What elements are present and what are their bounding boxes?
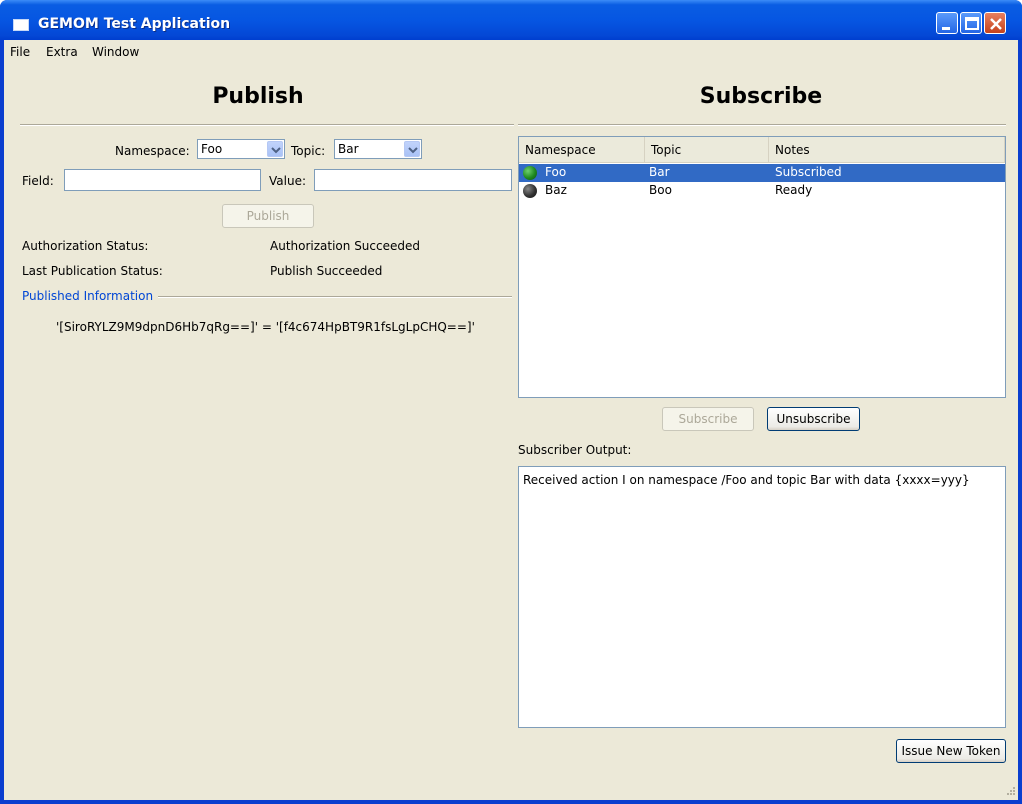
publish-button[interactable]: Publish <box>222 204 314 228</box>
table-row[interactable]: Baz Boo Ready <box>519 182 1005 200</box>
close-button[interactable] <box>984 12 1006 34</box>
menu-file[interactable]: File <box>10 45 30 59</box>
row-namespace: Baz <box>545 183 567 197</box>
title-bar[interactable]: GEMOM Test Application <box>0 0 1022 40</box>
menu-window[interactable]: Window <box>92 45 139 59</box>
row-notes: Ready <box>775 183 813 197</box>
column-header-notes[interactable]: Notes <box>769 137 1005 162</box>
value-label: Value: <box>269 174 306 188</box>
column-header-topic[interactable]: Topic <box>645 137 769 162</box>
app-window: GEMOM Test Application File Extra Window… <box>0 0 1022 804</box>
table-header: Namespace Topic Notes <box>519 137 1005 163</box>
close-icon <box>990 18 1002 30</box>
subscriptions-table[interactable]: Namespace Topic Notes Foo Bar Subscribed… <box>518 136 1006 398</box>
namespace-combo-value: Foo <box>201 142 223 156</box>
window-title: GEMOM Test Application <box>38 16 231 32</box>
column-header-namespace[interactable]: Namespace <box>519 137 645 162</box>
resize-grip-icon[interactable] <box>1004 786 1016 798</box>
topic-combo[interactable]: Bar <box>334 139 422 159</box>
value-input[interactable] <box>314 169 512 191</box>
subscribe-button[interactable]: Subscribe <box>662 407 754 431</box>
namespace-label: Namespace: <box>115 144 190 158</box>
topic-combo-value: Bar <box>338 142 359 156</box>
table-row[interactable]: Foo Bar Subscribed <box>519 164 1005 182</box>
subscriber-output-text: Received action I on namespace /Foo and … <box>523 473 970 487</box>
menu-extra[interactable]: Extra <box>46 45 78 59</box>
issue-new-token-button[interactable]: Issue New Token <box>896 739 1006 763</box>
minimize-button[interactable] <box>936 12 958 34</box>
status-green-icon <box>523 166 537 180</box>
unsubscribe-button[interactable]: Unsubscribe <box>767 407 860 431</box>
row-topic: Bar <box>649 165 670 179</box>
row-notes: Subscribed <box>775 165 842 179</box>
chevron-down-icon <box>267 141 283 157</box>
subscribe-heading: Subscribe <box>699 84 823 109</box>
last-publication-label: Last Publication Status: <box>22 264 163 278</box>
status-dark-icon <box>523 184 537 198</box>
published-info-title: Published Information <box>22 289 154 303</box>
publish-heading: Publish <box>212 84 304 109</box>
row-topic: Boo <box>649 183 672 197</box>
minimize-icon <box>942 27 950 30</box>
auth-status-value: Authorization Succeeded <box>270 239 420 253</box>
subscriber-output-textarea[interactable]: Received action I on namespace /Foo and … <box>518 466 1006 728</box>
auth-status-label: Authorization Status: <box>22 239 149 253</box>
menu-bar: File Extra Window <box>4 40 1018 64</box>
field-input[interactable] <box>64 169 261 191</box>
app-window-icon <box>13 19 29 31</box>
client-area: File Extra Window Publish Namespace: Foo… <box>4 40 1018 800</box>
published-info-separator <box>158 296 512 298</box>
maximize-button[interactable] <box>960 12 982 34</box>
row-namespace: Foo <box>545 165 567 179</box>
subscriber-output-label: Subscriber Output: <box>518 443 632 457</box>
publish-separator <box>20 124 514 126</box>
maximize-icon <box>965 17 979 30</box>
chevron-down-icon <box>404 141 420 157</box>
last-publication-value: Publish Succeeded <box>270 264 383 278</box>
published-info-text: '[SiroRYLZ9M9dpnD6Hb7qRg==]' = '[f4c674H… <box>56 320 475 334</box>
namespace-combo[interactable]: Foo <box>197 139 285 159</box>
topic-label: Topic: <box>291 144 326 158</box>
field-label: Field: <box>22 174 54 188</box>
subscribe-separator <box>518 124 1006 126</box>
